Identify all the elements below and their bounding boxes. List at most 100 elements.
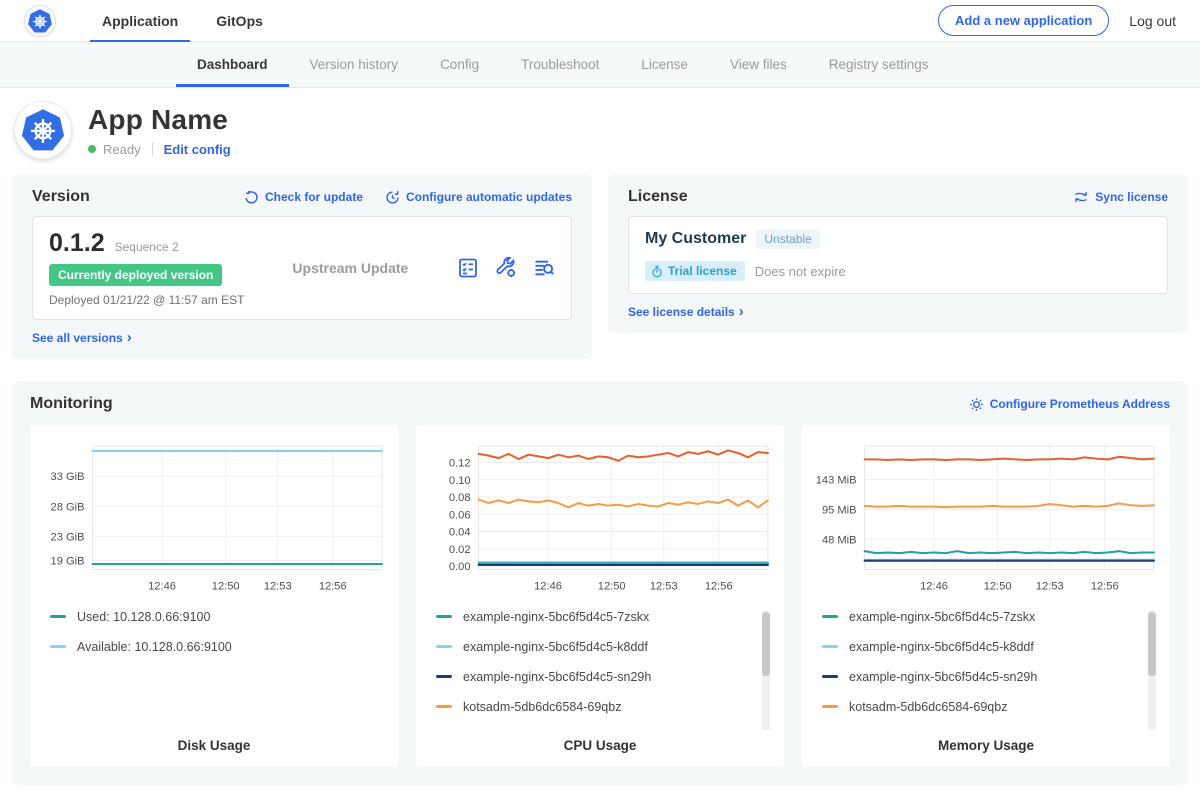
legend-color-dash — [822, 645, 838, 648]
monitoring-title: Monitoring — [30, 395, 113, 413]
legend-scrollbar-thumb[interactable] — [1148, 612, 1156, 676]
x-axis-tick: 12:46 — [920, 581, 948, 593]
legend-scrollbar-track — [762, 610, 770, 730]
edit-config-button[interactable] — [495, 257, 517, 279]
version-sequence: Sequence 2 — [115, 240, 179, 254]
topnav-tab-gitops[interactable]: GitOps — [204, 0, 275, 41]
cpu-usage-title: CPU Usage — [424, 730, 776, 759]
tab-config[interactable]: Config — [419, 42, 500, 87]
add-application-button[interactable]: Add a new application — [938, 5, 1109, 36]
memory-usage-card: 143 MiB95 MiB48 MiB12:4612:5012:5312:56e… — [802, 426, 1170, 767]
tab-troubleshoot[interactable]: Troubleshoot — [500, 42, 620, 87]
view-logs-button[interactable] — [533, 257, 555, 279]
legend-color-dash — [436, 645, 452, 648]
legend-color-dash — [822, 675, 838, 678]
kubernetes-logo-icon — [27, 8, 53, 34]
refresh-icon — [244, 190, 259, 205]
x-axis-tick: 12:50 — [984, 581, 1012, 593]
x-axis-tick: 12:53 — [1036, 581, 1064, 593]
disk-usage-card: 33 GiB28 GiB23 GiB19 GiB12:4612:5012:531… — [30, 426, 398, 767]
y-axis-tick: 143 MiB — [816, 475, 857, 487]
charts-row: 33 GiB 28 GiB 23 GiB 19 GiB 12:46 12:50 12:53 1… — [30, 426, 1170, 767]
y-axis-tick: 0.06 — [449, 509, 471, 521]
license-panel: My Customer Unstable Trial license Does … — [628, 216, 1168, 294]
legend-color-dash — [50, 645, 66, 648]
legend-item: Available: 10.128.0.66:9100 — [50, 640, 368, 654]
ready-status-dot — [88, 145, 96, 153]
license-expiry-text: Does not expire — [755, 264, 846, 279]
legend-color-dash — [436, 675, 452, 678]
legend-color-dash — [436, 705, 452, 708]
y-axis-tick: 28 GiB — [51, 501, 85, 513]
license-card-title: License — [628, 188, 688, 206]
sync-license-button[interactable]: Sync license — [1073, 190, 1168, 204]
y-axis-tick: 19 GiB — [51, 556, 85, 568]
divider — [152, 142, 153, 156]
app-header: App Name Ready Edit config — [0, 88, 1200, 170]
see-license-details-link[interactable]: See license details› — [628, 305, 1168, 319]
memory-usage-legend: example-nginx-5bc6f5d4c5-7zskx example-ng… — [822, 610, 1158, 730]
channel-badge: Unstable — [756, 229, 819, 249]
legend-label: example-nginx-5bc6f5d4c5-sn29h — [849, 670, 1037, 684]
legend-label: example-nginx-5bc6f5d4c5-7zskx — [463, 610, 649, 624]
tab-view-files[interactable]: View files — [709, 42, 808, 87]
y-axis-tick: 23 GiB — [51, 531, 85, 543]
configure-automatic-updates-button[interactable]: Configure automatic updates — [385, 190, 572, 205]
legend-label: kotsadm-5db6dc6584-69qbz — [849, 700, 1007, 714]
y-axis-tick: 0.00 — [449, 561, 471, 573]
legend-scrollbar-thumb[interactable] — [762, 612, 770, 676]
logout-button[interactable]: Log out — [1129, 13, 1176, 29]
edit-config-link[interactable]: Edit config — [164, 142, 231, 157]
cpu-usage-chart: 0.120.100.080.060.040.020.0012:4612:5012… — [424, 438, 776, 598]
kubernetes-logo — [24, 5, 56, 37]
legend-color-dash — [50, 615, 66, 618]
app-subnav: DashboardVersion historyConfigTroublesho… — [0, 42, 1200, 88]
legend-item: kotsadm-5db6dc6584-69qbz — [436, 700, 754, 714]
legend-label: example-nginx-5bc6f5d4c5-sn29h — [463, 670, 651, 684]
x-axis-tick: 12:56 — [1091, 581, 1119, 593]
x-axis-tick: 12:50 — [212, 581, 240, 593]
tab-registry-settings[interactable]: Registry settings — [808, 42, 950, 87]
series-line — [865, 503, 1154, 507]
license-card: License Sync license My Customer Unstabl… — [608, 174, 1188, 333]
legend-label: kotsadm-5db6dc6584-69qbz — [463, 700, 621, 714]
y-axis-tick: 0.12 — [449, 458, 471, 470]
legend-label: example-nginx-5bc6f5d4c5-k8ddf — [463, 640, 648, 654]
legend-item: example-nginx-5bc6f5d4c5-7zskx — [822, 610, 1140, 624]
kubernetes-app-icon — [20, 107, 66, 153]
legend-label: example-nginx-5bc6f5d4c5-k8ddf — [849, 640, 1034, 654]
check-for-update-button[interactable]: Check for update — [244, 190, 363, 205]
update-schedule-icon — [385, 190, 400, 205]
version-card: Version Check for update Configure autom… — [12, 174, 592, 359]
disk-usage-legend: Used: 10.128.0.66:9100Available: 10.128.… — [50, 610, 386, 730]
x-axis-tick: 12:46 — [148, 581, 176, 593]
series-line — [865, 551, 1154, 553]
deployed-timestamp: Deployed 01/21/22 @ 11:57 am EST — [49, 293, 244, 307]
y-axis-tick: 0.02 — [449, 544, 471, 556]
app-name-title: App Name — [88, 104, 231, 136]
y-axis-tick: 33 GiB — [51, 471, 85, 483]
license-customer-name: My Customer — [645, 230, 746, 248]
y-axis-tick: 0.08 — [449, 492, 471, 504]
legend-scrollbar-track — [1148, 610, 1156, 730]
series-line — [865, 457, 1154, 460]
tab-version-history[interactable]: Version history — [289, 42, 420, 87]
see-all-versions-link[interactable]: See all versions› — [32, 331, 572, 345]
memory-usage-title: Memory Usage — [810, 730, 1162, 759]
tab-license[interactable]: License — [620, 42, 709, 87]
configure-prometheus-button[interactable]: Configure Prometheus Address — [969, 397, 1170, 412]
version-card-title: Version — [32, 188, 90, 206]
gear-icon — [969, 397, 984, 412]
version-source-label: Upstream Update — [292, 260, 408, 276]
memory-usage-chart: 143 MiB95 MiB48 MiB12:4612:5012:5312:56 — [810, 438, 1162, 598]
x-axis-tick: 12:56 — [319, 581, 347, 593]
legend-label: example-nginx-5bc6f5d4c5-7zskx — [849, 610, 1035, 624]
disk-usage-title: Disk Usage — [38, 730, 390, 759]
current-version-panel: 0.1.2 Sequence 2 Currently deployed vers… — [32, 216, 572, 320]
x-axis-tick: 12:53 — [650, 581, 678, 593]
release-notes-button[interactable] — [457, 257, 479, 279]
x-axis-tick: 12:46 — [534, 581, 562, 593]
topnav-tab-application[interactable]: Application — [90, 0, 190, 41]
y-axis-tick: 95 MiB — [822, 505, 857, 517]
tab-dashboard[interactable]: Dashboard — [176, 42, 289, 87]
